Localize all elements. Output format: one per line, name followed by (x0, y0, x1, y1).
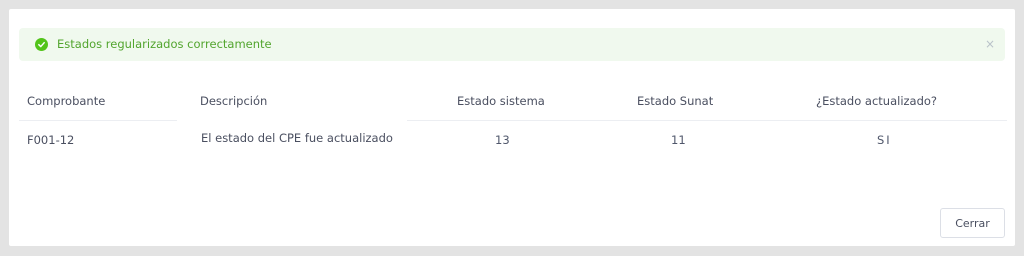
close-icon[interactable]: × (985, 28, 995, 61)
cell-estado-sunat: 11 (671, 133, 686, 147)
status-dialog: Estados regularizados correctamente × Co… (9, 9, 1015, 246)
check-circle-icon (35, 38, 48, 51)
column-header-estado-actualizado: ¿Estado actualizado? (816, 94, 938, 108)
success-alert: Estados regularizados correctamente × (19, 28, 1005, 61)
column-header-estado-sistema: Estado sistema (457, 94, 545, 108)
close-button[interactable]: Cerrar (940, 208, 1005, 238)
column-header-estado-sunat: Estado Sunat (637, 94, 714, 108)
header-divider-right (407, 120, 1007, 121)
column-header-comprobante: Comprobante (27, 94, 106, 108)
column-header-descripcion: Descripción (200, 94, 268, 108)
cell-descripcion: El estado del CPE fue actualizado (201, 131, 393, 145)
header-divider-left (19, 120, 177, 121)
cell-estado-actualizado: SI (877, 133, 892, 147)
cell-comprobante: F001-12 (27, 133, 75, 147)
alert-message: Estados regularizados correctamente (57, 37, 272, 51)
cell-estado-sistema: 13 (495, 133, 510, 147)
